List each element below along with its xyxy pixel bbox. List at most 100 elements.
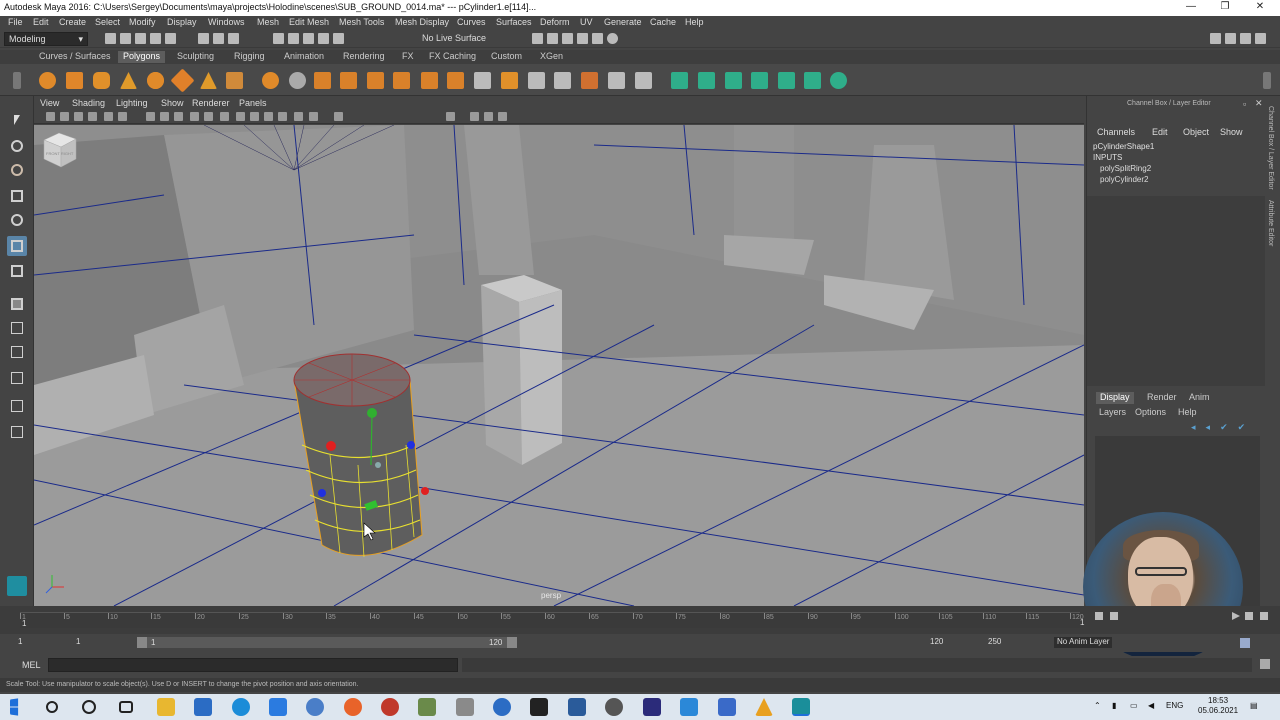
poly-plane-icon[interactable]: [170, 68, 195, 93]
planar-mapping-icon[interactable]: [635, 72, 652, 89]
smooth-shade-icon[interactable]: [160, 112, 169, 121]
camera-icon[interactable]: [46, 112, 55, 121]
command-input[interactable]: [48, 658, 458, 672]
range-bar[interactable]: 1 120: [137, 637, 517, 648]
app-5-icon[interactable]: [568, 698, 586, 716]
current-frame-marker[interactable]: 1: [22, 619, 26, 628]
gamma-icon[interactable]: [334, 112, 343, 121]
vscode-icon[interactable]: [680, 698, 698, 716]
lasso-tool-icon[interactable]: [7, 136, 27, 156]
render-view-icon[interactable]: [532, 33, 543, 44]
append-icon[interactable]: [501, 72, 518, 89]
animation-end-field[interactable]: 250: [988, 637, 1001, 646]
float-panel-icon[interactable]: ▫: [1243, 99, 1246, 109]
close-panel-icon[interactable]: ✕: [1255, 98, 1263, 109]
move-layer-down-icon[interactable]: ◂: [1206, 422, 1211, 433]
film-gate-icon[interactable]: [118, 112, 127, 121]
side-tab-channel-box[interactable]: Channel Box / Layer Editor: [1267, 106, 1274, 190]
terminal-icon[interactable]: [530, 698, 548, 716]
menu-generate[interactable]: Generate: [604, 17, 642, 27]
scale-tool-icon[interactable]: [7, 236, 27, 256]
shelf-tab-fx[interactable]: FX: [397, 51, 419, 63]
script-language-toggle[interactable]: MEL: [22, 660, 41, 670]
menu-mesh-tools[interactable]: Mesh Tools: [339, 17, 384, 27]
shelf-scroll-icon[interactable]: [1263, 72, 1271, 89]
menu-help[interactable]: Help: [685, 17, 704, 27]
multicut-icon[interactable]: [528, 72, 545, 89]
extrude-icon[interactable]: [421, 72, 438, 89]
menu-set-dropdown[interactable]: Modeling ▾: [4, 32, 88, 46]
poly-sphere-icon[interactable]: [39, 72, 56, 89]
sew-uv-icon[interactable]: [804, 72, 821, 89]
layer-tab-display[interactable]: Display: [1096, 392, 1134, 404]
xray-joints-icon[interactable]: [278, 112, 287, 121]
ambient-occlusion-icon[interactable]: [236, 112, 245, 121]
animation-start-field[interactable]: 1: [18, 637, 22, 646]
layer-menu-options[interactable]: Options: [1135, 407, 1166, 417]
last-tool-icon[interactable]: [7, 261, 27, 281]
single-perspective-icon[interactable]: [7, 294, 27, 314]
menu-create[interactable]: Create: [59, 17, 86, 27]
wireframe-on-shaded-icon[interactable]: [174, 112, 183, 121]
task-view-icon[interactable]: [119, 701, 133, 713]
poly-torus-icon[interactable]: [147, 72, 164, 89]
file-explorer-icon[interactable]: [157, 698, 175, 716]
microphone-icon[interactable]: ▮: [1112, 701, 1116, 710]
hud-icon[interactable]: [484, 112, 493, 121]
viewport-menu-shading[interactable]: Shading: [72, 98, 105, 108]
select-object-icon[interactable]: [213, 33, 224, 44]
input-language-label[interactable]: ENG: [1166, 701, 1183, 710]
shelf-tab-custom[interactable]: Custom: [486, 51, 527, 63]
poly-cone-icon[interactable]: [120, 72, 137, 89]
shape-node[interactable]: pCylinderShape1: [1093, 141, 1154, 152]
shelf-tab-curves-surfaces[interactable]: Curves / Surfaces: [34, 51, 116, 63]
poly-pyramid-icon[interactable]: [200, 72, 217, 89]
layer-tab-render[interactable]: Render: [1143, 392, 1181, 404]
snap-view-plane-icon[interactable]: [318, 33, 329, 44]
shelf-tab-sculpting[interactable]: Sculpting: [172, 51, 219, 63]
menu-curves[interactable]: Curves: [457, 17, 486, 27]
channel-box-menu-edit[interactable]: Edit: [1152, 127, 1168, 137]
new-layer-icon[interactable]: ✔: [1220, 422, 1228, 433]
auto-key-icon[interactable]: [1240, 638, 1250, 648]
time-ruler[interactable]: 1 5 10 15 20 25 30 35 40 45 50 55 60 65 70 75 80 85 90 95 10…: [20, 612, 1084, 628]
open-scene-icon[interactable]: [120, 33, 131, 44]
uv-editor-icon[interactable]: [698, 72, 715, 89]
menu-surfaces[interactable]: Surfaces: [496, 17, 532, 27]
close-button[interactable]: ✕: [1243, 1, 1277, 15]
channel-box-icon[interactable]: [1255, 33, 1266, 44]
new-layer-selected-icon[interactable]: ✔: [1238, 422, 1246, 433]
step-forward-key-icon[interactable]: [1245, 612, 1253, 620]
poly-pipe-icon[interactable]: [226, 72, 243, 89]
poly-cube-icon[interactable]: [66, 72, 83, 89]
move-layer-up-icon[interactable]: ◂: [1191, 422, 1196, 433]
menu-edit[interactable]: Edit: [33, 17, 49, 27]
wireframe-icon[interactable]: [146, 112, 155, 121]
separate-icon[interactable]: [289, 72, 306, 89]
outliner-layout-icon[interactable]: [7, 422, 27, 442]
shelf-tab-fx-caching[interactable]: FX Caching: [424, 51, 481, 63]
shelf-tab-polygons[interactable]: Polygons: [118, 51, 166, 63]
shadows-icon[interactable]: [220, 112, 229, 121]
image-plane-icon[interactable]: [88, 112, 97, 121]
xray-components-icon[interactable]: [294, 112, 303, 121]
smooth-wireframe-icon[interactable]: [309, 112, 318, 121]
snap-curve-icon[interactable]: [288, 33, 299, 44]
mail-icon[interactable]: [269, 698, 287, 716]
xray-icon[interactable]: [264, 112, 273, 121]
go-to-start-icon[interactable]: [1095, 612, 1103, 620]
firefox-icon[interactable]: [344, 698, 362, 716]
grid-icon[interactable]: [104, 112, 113, 121]
undo-icon[interactable]: [150, 33, 161, 44]
viewport-menu-show[interactable]: Show: [161, 98, 184, 108]
notifications-icon[interactable]: ▤: [1250, 701, 1258, 710]
snap-grid-icon[interactable]: [273, 33, 284, 44]
menu-mesh[interactable]: Mesh: [257, 17, 279, 27]
menu-mesh-display[interactable]: Mesh Display: [395, 17, 449, 27]
select-tool-icon[interactable]: [7, 110, 27, 130]
cortana-icon[interactable]: [82, 700, 96, 714]
poly-cylinder-icon[interactable]: [93, 72, 110, 89]
menu-select[interactable]: Select: [95, 17, 120, 27]
layout-uv-icon[interactable]: [751, 72, 768, 89]
after-effects-icon[interactable]: [643, 698, 661, 716]
